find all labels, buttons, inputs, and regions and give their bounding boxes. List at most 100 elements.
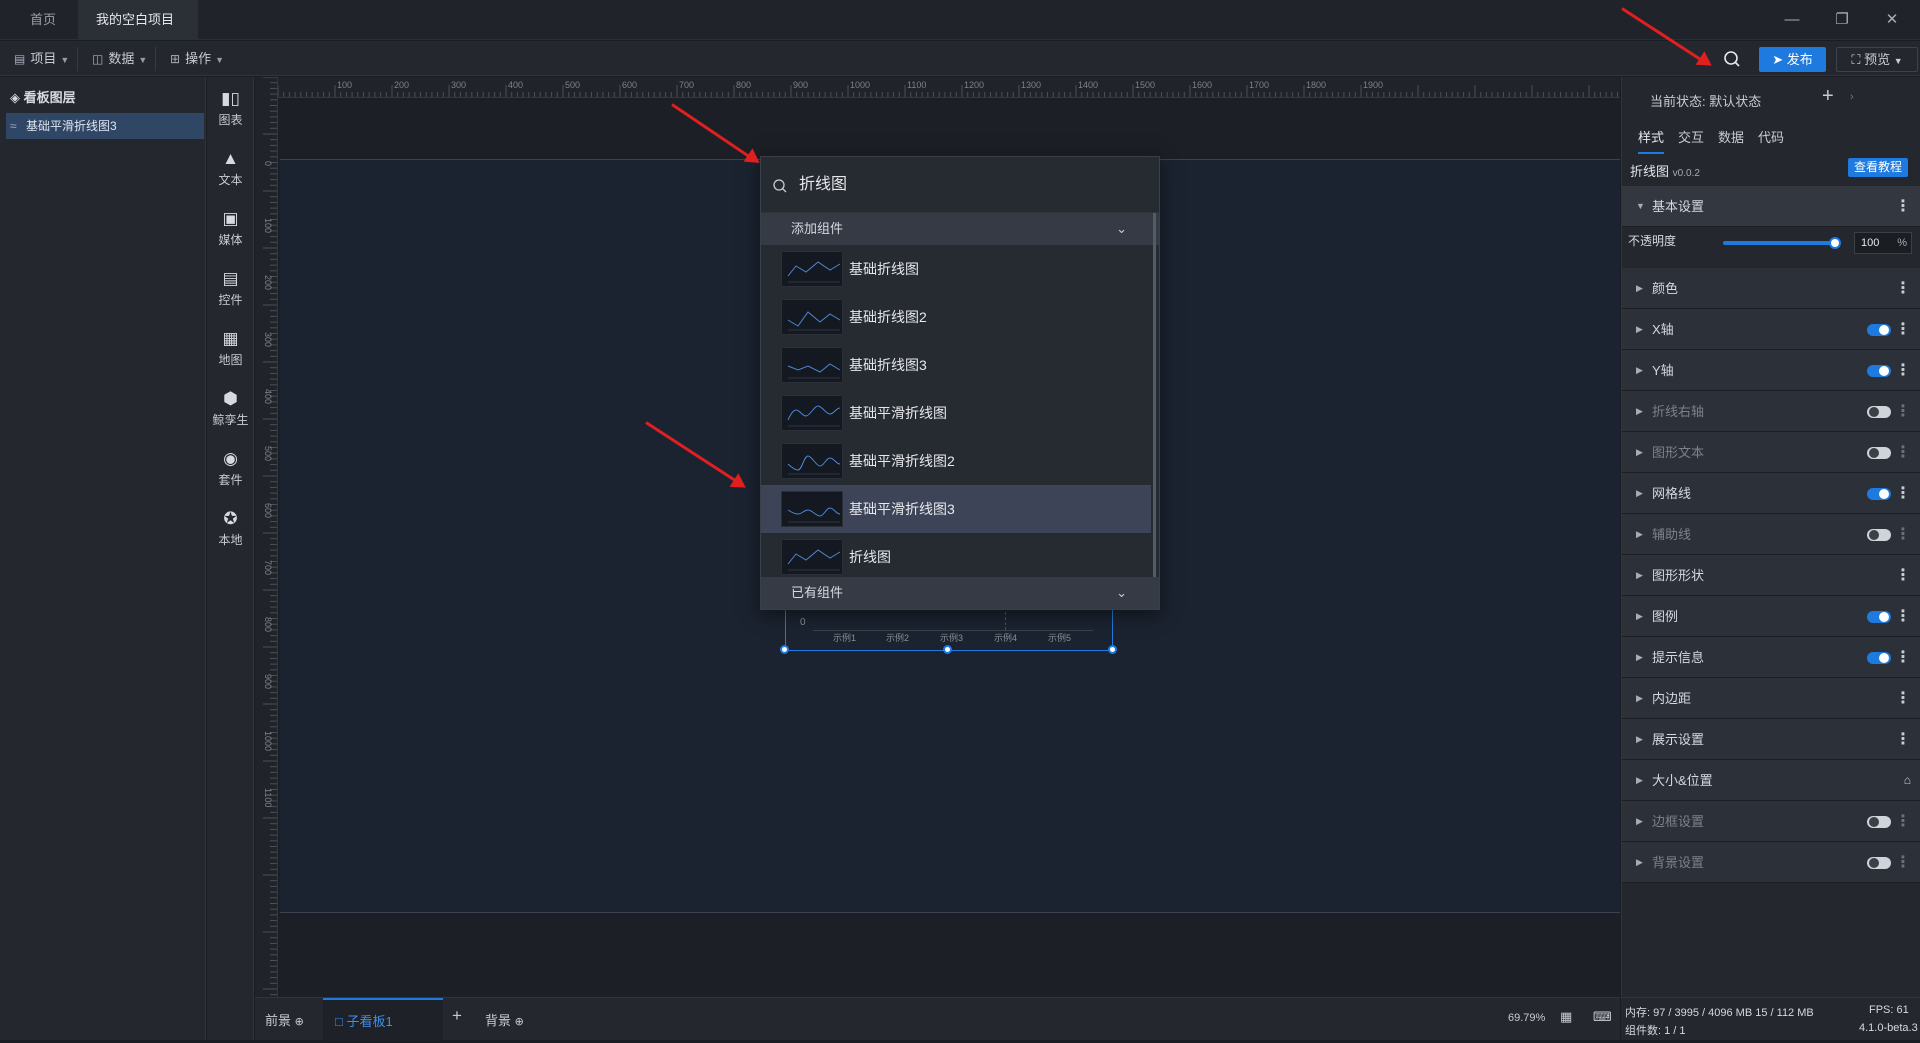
tab-foreground[interactable]: 前景 ⊕ <box>265 1010 304 1029</box>
section-basic-settings[interactable]: ▼ 基本设置 ⋮ <box>1622 186 1920 227</box>
toggle-switch[interactable] <box>1867 447 1891 459</box>
menu-project[interactable]: ▤ 项目 ▼ <box>6 47 79 71</box>
more-icon[interactable]: ⋮ <box>1895 719 1911 760</box>
menu-operate-label: 操作 <box>185 51 212 66</box>
setting-row[interactable]: ▶ X轴 ⋮ <box>1622 309 1920 350</box>
setting-row[interactable]: ▶ 展示设置 ⋮ <box>1622 719 1920 760</box>
zoom-level[interactable]: 69.79% <box>1508 1012 1545 1024</box>
search-button[interactable] <box>1718 47 1746 71</box>
more-icon[interactable]: ⋮ <box>1895 186 1911 227</box>
publish-button[interactable]: ➤ 发布 <box>1759 47 1826 72</box>
section-add-component[interactable]: 添加组件 ⌄ <box>761 213 1159 245</box>
more-icon[interactable]: ⋮ <box>1895 842 1911 883</box>
setting-row[interactable]: ▶ 边框设置 ⋮ <box>1622 801 1920 842</box>
sidebar-item-kit[interactable]: ◉ 套件 <box>207 449 254 488</box>
more-icon[interactable]: ⋮ <box>1895 432 1911 473</box>
resize-handle[interactable] <box>1108 645 1117 654</box>
list-item[interactable]: 基础平滑折线图 <box>761 389 1151 437</box>
tab-my-blank-project[interactable]: 我的空白项目 <box>78 0 198 65</box>
close-button[interactable]: ✕ <box>1880 8 1904 32</box>
sidebar-item-media[interactable]: ▣ 媒体 <box>207 209 254 248</box>
opacity-input[interactable]: 100% <box>1854 232 1912 254</box>
toggle-switch[interactable] <box>1867 365 1891 377</box>
resize-handle[interactable] <box>780 645 789 654</box>
sidebar-item-twin[interactable]: ⬢ 鲸孪生 <box>207 389 254 428</box>
more-icon[interactable]: ⋮ <box>1895 637 1911 678</box>
setting-row[interactable]: ▶ Y轴 ⋮ <box>1622 350 1920 391</box>
preview-button[interactable]: ⛶ 预览 ▼ <box>1836 47 1918 72</box>
tutorial-button[interactable]: 查看教程 <box>1848 158 1908 177</box>
sidebar-item-text[interactable]: ▲ 文本 <box>207 149 254 188</box>
list-item[interactable]: 折线图 <box>761 533 1151 581</box>
tab-home[interactable]: 首页 <box>12 0 74 40</box>
more-icon[interactable]: ⋮ <box>1895 268 1911 309</box>
setting-row[interactable]: ▶ 折线右轴 ⋮ <box>1622 391 1920 432</box>
chevron-right-icon[interactable]: › <box>1850 91 1854 103</box>
setting-row-label: 大小&位置 <box>1652 773 1713 788</box>
more-icon[interactable]: ⋮ <box>1895 678 1911 719</box>
menu-data[interactable]: ◫ 数据 ▼ <box>84 47 157 71</box>
setting-row[interactable]: ▶ 图形形状 ⋮ <box>1622 555 1920 596</box>
menu-operate[interactable]: ⊞ 操作 ▼ <box>162 47 232 71</box>
add-state-button[interactable]: + <box>1822 85 1834 108</box>
setting-row[interactable]: ▶ 提示信息 ⋮ <box>1622 637 1920 678</box>
cube-icon: ⬢ <box>223 389 238 408</box>
toggle-knob <box>1869 407 1879 417</box>
annotation-arrow <box>645 421 751 495</box>
more-icon[interactable]: ⋮ <box>1895 391 1911 432</box>
sidebar-item-widget[interactable]: ▤ 控件 <box>207 269 254 308</box>
toggle-switch[interactable] <box>1867 488 1891 500</box>
toggle-switch[interactable] <box>1867 857 1891 869</box>
setting-row-label: 折线右轴 <box>1652 404 1705 419</box>
more-icon[interactable]: ⋮ <box>1895 309 1911 350</box>
toggle-switch[interactable] <box>1867 324 1891 336</box>
toggle-switch[interactable] <box>1867 652 1891 664</box>
add-board-button[interactable]: + <box>452 1006 462 1026</box>
tab-code[interactable]: 代码 <box>1758 127 1784 146</box>
setting-row[interactable]: ▶ 图例 ⋮ <box>1622 596 1920 637</box>
setting-row[interactable]: ▶ 大小&位置 ⌂ <box>1622 760 1920 801</box>
keyboard-icon[interactable]: ⌨ <box>1593 1009 1612 1025</box>
component-search-input[interactable] <box>799 157 1139 213</box>
list-item-selected[interactable]: 基础平滑折线图3 <box>761 485 1151 533</box>
section-existing-component[interactable]: 已有组件 ⌄ <box>761 577 1159 609</box>
more-icon[interactable]: ⋮ <box>1895 514 1911 555</box>
more-icon[interactable]: ⋮ <box>1895 596 1911 637</box>
sidebar-item-map[interactable]: ▦ 地图 <box>207 329 254 368</box>
tab-style[interactable]: 样式 <box>1638 127 1665 154</box>
list-item[interactable]: 基础折线图 <box>761 245 1151 293</box>
toggle-switch[interactable] <box>1867 529 1891 541</box>
list-item[interactable]: 基础折线图2 <box>761 293 1151 341</box>
tab-sub-board[interactable]: □ 子看板1 <box>323 998 443 1041</box>
minimize-button[interactable]: — <box>1780 8 1804 32</box>
toggle-switch[interactable] <box>1867 816 1891 828</box>
more-icon[interactable]: ⋮ <box>1895 801 1911 842</box>
sidebar-item-local[interactable]: ✪ 本地 <box>207 509 254 548</box>
list-item[interactable]: 基础折线图3 <box>761 341 1151 389</box>
opacity-slider[interactable] <box>1723 241 1835 245</box>
restore-button[interactable]: ❐ <box>1830 8 1854 32</box>
setting-row[interactable]: ▶ 内边距 ⋮ <box>1622 678 1920 719</box>
setting-row[interactable]: ▶ 背景设置 ⋮ <box>1622 842 1920 883</box>
toggle-switch[interactable] <box>1867 611 1891 623</box>
more-icon[interactable]: ⋮ <box>1895 350 1911 391</box>
tab-data[interactable]: 数据 <box>1718 127 1744 146</box>
setting-row[interactable]: ▶ 颜色 ⋮ <box>1622 268 1920 309</box>
popup-scrollbar[interactable] <box>1153 213 1156 577</box>
setting-row[interactable]: ▶ 辅助线 ⋮ <box>1622 514 1920 555</box>
toggle-switch[interactable] <box>1867 406 1891 418</box>
lock-icon[interactable]: ⌂ <box>1904 760 1911 801</box>
fit-screen-icon[interactable]: ▦ <box>1560 1009 1572 1025</box>
sidebar-item-label: 鲸孪生 <box>212 413 249 427</box>
resize-handle[interactable] <box>943 645 952 654</box>
opacity-slider-handle[interactable] <box>1829 237 1841 249</box>
tab-interaction[interactable]: 交互 <box>1678 127 1704 146</box>
sidebar-item-chart[interactable]: ▮▯ 图表 <box>207 89 254 128</box>
layer-item[interactable]: ≈ 基础平滑折线图3 <box>6 113 204 139</box>
setting-row[interactable]: ▶ 网格线 ⋮ <box>1622 473 1920 514</box>
list-item[interactable]: 基础平滑折线图2 <box>761 437 1151 485</box>
setting-row[interactable]: ▶ 图形文本 ⋮ <box>1622 432 1920 473</box>
more-icon[interactable]: ⋮ <box>1895 555 1911 596</box>
more-icon[interactable]: ⋮ <box>1895 473 1911 514</box>
tab-background[interactable]: 背景 ⊕ <box>485 1010 524 1029</box>
